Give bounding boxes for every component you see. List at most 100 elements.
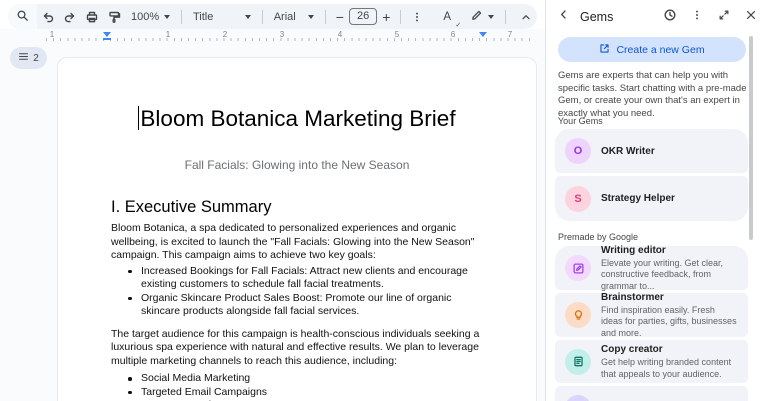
paragraph-styles-select[interactable]: Title <box>187 7 257 27</box>
redo-button[interactable] <box>59 7 81 27</box>
list-item-text: Social Media Marketing <box>141 372 250 386</box>
list-item[interactable]: Increased Bookings for Fall Facials: Att… <box>111 265 480 292</box>
font-value: Arial <box>274 11 296 23</box>
gem-item-sales-pitch-ideator[interactable]: Sales pitch ideator <box>555 386 748 401</box>
writing-editor-icon <box>565 255 591 281</box>
chevron-down-icon <box>308 15 314 19</box>
chevron-up-icon <box>520 11 532 23</box>
search-button[interactable] <box>8 4 37 29</box>
decrease-font-size-button[interactable]: − <box>331 9 349 25</box>
left-indent-marker[interactable] <box>103 32 111 37</box>
vertical-dots-icon <box>691 8 703 26</box>
history-button[interactable] <box>661 8 679 26</box>
paint-format-button[interactable] <box>103 7 125 27</box>
gem-description: Elevate your writing. Get clear, constru… <box>601 258 738 293</box>
lightbulb-icon <box>565 302 591 328</box>
pencil-icon <box>470 9 483 25</box>
search-icon <box>16 9 29 25</box>
tabs-count-badge: 2 <box>33 53 39 64</box>
gem-item-writing-editor[interactable]: Writing editor Elevate your writing. Get… <box>555 246 748 290</box>
panel-header: Gems <box>554 7 760 27</box>
docs-toolbar: 100% Title Arial − 26 + <box>8 4 537 29</box>
doc-bullet-list[interactable]: Increased Bookings for Fall Facials: Att… <box>111 265 480 319</box>
gem-item-okr-writer[interactable]: O OKR Writer <box>555 129 748 173</box>
zoom-select[interactable]: 100% <box>125 7 176 27</box>
create-new-gem-button[interactable]: Create a new Gem <box>558 37 746 62</box>
doc-title-text: Bloom Botanica Marketing Brief <box>140 106 455 131</box>
list-item-text: Targeted Email Campaigns <box>141 386 267 400</box>
undo-button[interactable] <box>37 7 59 27</box>
toolbar-divider <box>505 10 506 24</box>
docs-editor-region: 100% Title Arial − 26 + <box>0 0 545 401</box>
copy-document-icon <box>565 349 591 375</box>
expand-panel-button[interactable] <box>715 8 733 26</box>
panel-more-options-button[interactable] <box>688 8 706 26</box>
list-item[interactable]: Targeted Email Campaigns <box>111 386 480 400</box>
ruler-number: 5 <box>395 30 399 39</box>
gem-title: Copy creator <box>601 343 738 356</box>
font-select[interactable]: Arial <box>268 7 320 27</box>
doc-heading[interactable]: I. Executive Summary <box>111 197 480 217</box>
list-item[interactable]: Social Media Marketing <box>111 372 480 386</box>
toolbar-divider <box>325 10 326 24</box>
panel-title: Gems <box>580 10 613 24</box>
gem-description: Find inspiration easily. Fresh ideas for… <box>601 305 738 340</box>
bullet-dot <box>128 391 132 395</box>
doc-paragraph[interactable]: The target audience for this campaign is… <box>111 328 480 369</box>
right-indent-marker[interactable] <box>479 32 487 37</box>
document-page[interactable]: Bloom Botanica Marketing Brief Fall Faci… <box>57 57 537 401</box>
list-item[interactable]: Organic Skincare Product Sales Boost: Pr… <box>111 292 480 319</box>
ruler-ticks <box>46 38 535 41</box>
redo-icon <box>63 10 77 24</box>
ruler-number: 6 <box>451 30 455 39</box>
list-item-text: Organic Skincare Product Sales Boost: Pr… <box>141 292 480 319</box>
gem-title: Writing editor <box>601 244 738 257</box>
close-panel-button[interactable] <box>742 8 760 26</box>
font-size-input[interactable]: 26 <box>349 8 377 25</box>
ruler-number: 7 <box>508 30 512 39</box>
gem-item-brainstormer[interactable]: Brainstormer Find inspiration easily. Fr… <box>555 293 748 337</box>
print-icon <box>85 10 99 24</box>
panel-scrollbar[interactable] <box>749 36 753 240</box>
gem-description: Get help writing branded content that ap… <box>601 357 738 380</box>
spelling-grammar-check-button[interactable]: A✓ <box>436 7 458 27</box>
gem-avatar: O <box>565 138 591 164</box>
doc-bullet-list[interactable]: Social Media Marketing Targeted Email Ca… <box>111 372 480 401</box>
tabs-list-icon <box>18 51 29 65</box>
spellcheck-icon: A✓ <box>443 11 451 23</box>
doc-subtitle[interactable]: Fall Facials: Glowing into the New Seaso… <box>58 158 536 172</box>
editing-mode-select[interactable] <box>464 7 500 27</box>
ruler-number: 4 <box>338 30 342 39</box>
bullet-dot <box>128 297 132 301</box>
app-window: 100% Title Arial − 26 + <box>0 0 768 401</box>
print-button[interactable] <box>81 7 103 27</box>
zoom-value: 100% <box>131 11 159 23</box>
premade-by-google-label: Premade by Google <box>558 232 638 242</box>
more-options-button[interactable] <box>406 7 428 27</box>
doc-title[interactable]: Bloom Botanica Marketing Brief <box>58 105 536 133</box>
toolbar-divider <box>262 10 263 24</box>
close-icon <box>745 8 757 26</box>
gems-side-panel: Gems <box>545 0 768 401</box>
create-new-gem-label: Create a new Gem <box>616 44 704 56</box>
toolbar-divider <box>400 10 401 24</box>
gem-item-copy-creator[interactable]: Copy creator Get help writing branded co… <box>555 340 748 383</box>
left-margin-marker[interactable] <box>103 38 111 40</box>
doc-paragraph[interactable]: Bloom Botanica, a spa dedicated to perso… <box>111 222 480 263</box>
expand-icon <box>718 8 730 26</box>
gem-item-strategy-helper[interactable]: S Strategy Helper <box>555 176 748 221</box>
horizontal-ruler[interactable]: 1 1 2 3 4 5 6 7 <box>0 30 545 42</box>
hide-menus-button[interactable] <box>515 7 537 27</box>
gem-title: Strategy Helper <box>601 192 675 205</box>
vertical-dots-icon <box>411 11 423 23</box>
increase-font-size-button[interactable]: + <box>377 9 395 25</box>
chevron-left-icon <box>557 8 570 26</box>
document-tabs-button[interactable]: 2 <box>10 47 47 69</box>
ruler-number: 2 <box>223 30 227 39</box>
gem-title: Brainstormer <box>601 291 738 304</box>
panel-header-icons <box>661 8 760 26</box>
list-item-text: Increased Bookings for Fall Facials: Att… <box>141 265 480 292</box>
back-button[interactable] <box>554 8 572 26</box>
ruler-number: 3 <box>280 30 284 39</box>
gem-avatar: S <box>565 186 591 212</box>
